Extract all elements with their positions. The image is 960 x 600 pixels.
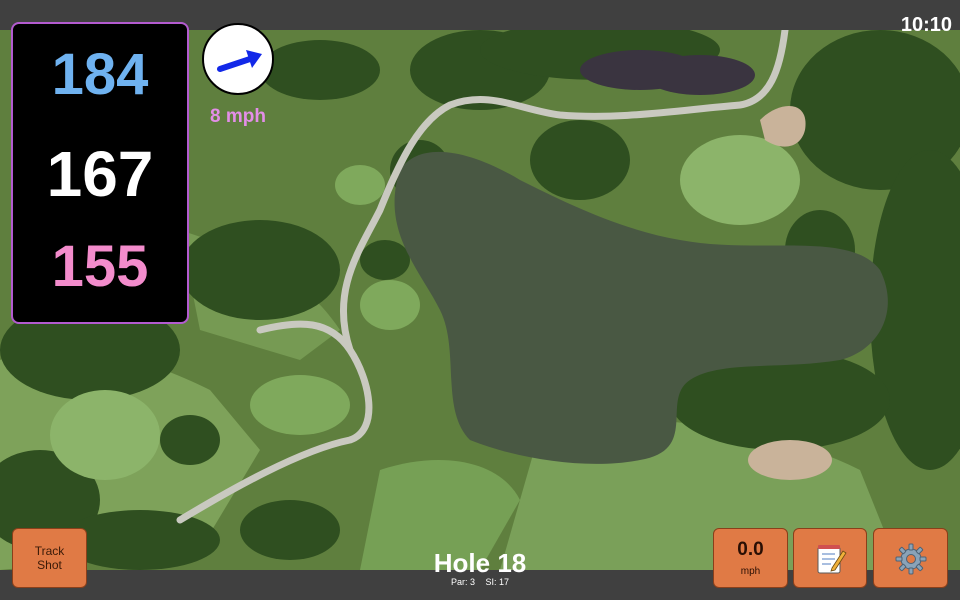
stroke-index-label: SI: 17 [485,577,510,587]
gear-icon [895,543,927,575]
center-distance: 167 [46,138,154,210]
front-distance: 155 [51,234,149,299]
hole-title: Hole 18 [433,548,527,578]
par-label: Par: 3 [450,577,475,587]
back-distance: 184 [51,42,149,107]
settings-button[interactable] [873,528,948,588]
notepad-icon [817,545,847,574]
arrow-right-icon [217,50,262,72]
notes-button[interactable] [793,528,867,588]
wind-indicator [202,23,274,95]
hole-meta: Par: 3 SI: 17 [380,577,580,587]
track-shot-label-line1: Track [34,544,65,558]
speed-button[interactable]: 0.0 mph [713,528,788,588]
wind-speed-label: 8 mph [210,106,266,127]
speed-unit: mph [740,566,761,577]
clock-time: 10:10 [900,14,952,36]
track-shot-label-line2: Shot [37,558,62,572]
distance-panel: 184 167 155 [11,22,189,324]
track-shot-button[interactable]: Track Shot [12,528,87,588]
speed-value: 0.0 [737,539,764,560]
